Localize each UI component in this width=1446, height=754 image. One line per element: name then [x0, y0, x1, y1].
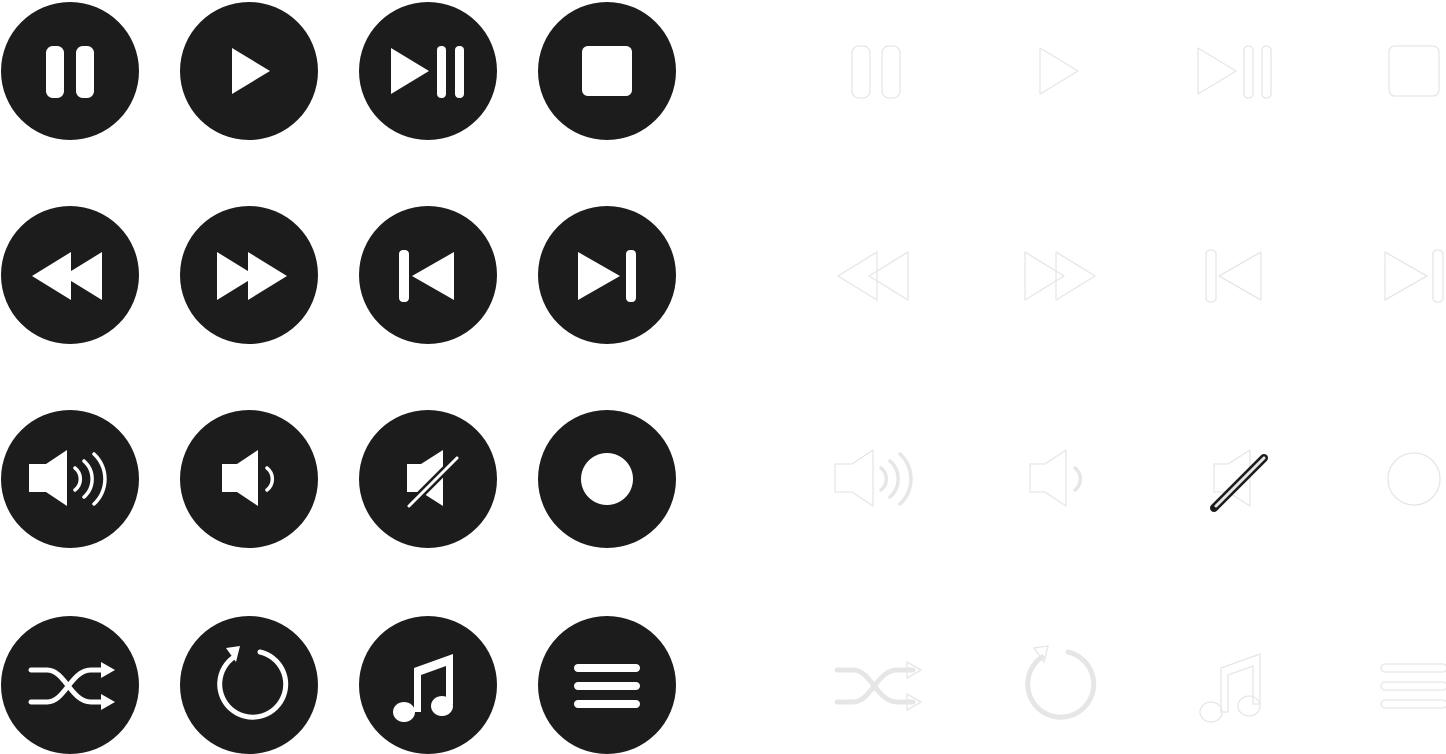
skip-previous-icon	[1205, 249, 1262, 303]
filled-volume-high-icon	[1, 410, 139, 548]
filled-pause-icon	[1, 2, 139, 140]
stop-icon	[1388, 45, 1440, 97]
media-icon-sheet	[0, 0, 1446, 754]
filled-rewind-icon	[1, 206, 139, 344]
outline-menu-icon	[1345, 616, 1446, 754]
filled-play-pause-icon	[359, 2, 497, 140]
filled-shuffle-icon	[1, 616, 139, 754]
outline-stop-icon	[1345, 2, 1446, 140]
outline-pause-icon	[807, 2, 945, 140]
outline-fast-forward-icon	[988, 206, 1126, 344]
outline-shuffle-icon	[807, 616, 945, 754]
play-pause-icon	[1197, 45, 1272, 99]
record-icon	[538, 410, 676, 548]
volume-high-icon	[1, 410, 139, 548]
repeat-icon	[1025, 645, 1097, 720]
filled-skip-previous-icon	[359, 206, 497, 344]
pause-icon	[851, 45, 901, 99]
filled-volume-mute-icon	[359, 410, 497, 548]
outline-music-note-icon	[1166, 616, 1304, 754]
fast-forward-icon	[180, 206, 318, 344]
outline-play-icon	[988, 2, 1126, 140]
filled-record-icon	[538, 410, 676, 548]
record-icon	[1387, 452, 1441, 506]
outline-volume-low-icon	[988, 410, 1126, 548]
stop-icon	[538, 2, 676, 140]
volume-mute-icon	[1210, 449, 1268, 512]
outline-record-icon	[1345, 410, 1446, 548]
outline-skip-previous-icon	[1166, 206, 1304, 344]
play-pause-icon	[359, 2, 497, 140]
filled-menu-icon	[538, 616, 676, 754]
outline-play-pause-icon	[1166, 2, 1304, 140]
fast-forward-icon	[1024, 251, 1096, 301]
rewind-icon	[837, 251, 909, 301]
outline-skip-next-icon	[1345, 206, 1446, 344]
outline-repeat-icon	[988, 616, 1126, 754]
skip-previous-icon	[359, 206, 497, 344]
outline-volume-high-icon	[807, 410, 945, 548]
music-note-icon	[1199, 653, 1261, 723]
volume-high-icon	[834, 449, 913, 507]
rewind-icon	[1, 206, 139, 344]
volume-low-icon	[180, 410, 318, 548]
filled-skip-next-icon	[538, 206, 676, 344]
repeat-icon	[180, 616, 318, 754]
filled-stop-icon	[538, 2, 676, 140]
filled-volume-low-icon	[180, 410, 318, 548]
menu-icon	[1380, 663, 1446, 709]
music-note-icon	[359, 616, 497, 754]
skip-next-icon	[1384, 249, 1444, 303]
filled-music-note-icon	[359, 616, 497, 754]
shuffle-icon	[834, 660, 923, 712]
outline-rewind-icon	[807, 206, 945, 344]
pause-icon	[1, 2, 139, 140]
filled-fast-forward-icon	[180, 206, 318, 344]
filled-repeat-icon	[180, 616, 318, 754]
skip-next-icon	[538, 206, 676, 344]
shuffle-icon	[1, 616, 139, 754]
outline-volume-mute-icon	[1166, 410, 1304, 548]
menu-icon	[538, 616, 676, 754]
filled-play-icon	[180, 2, 318, 140]
volume-low-icon	[1029, 449, 1083, 507]
volume-mute-icon	[359, 410, 497, 548]
play-icon	[180, 2, 318, 140]
play-icon	[1039, 47, 1079, 95]
